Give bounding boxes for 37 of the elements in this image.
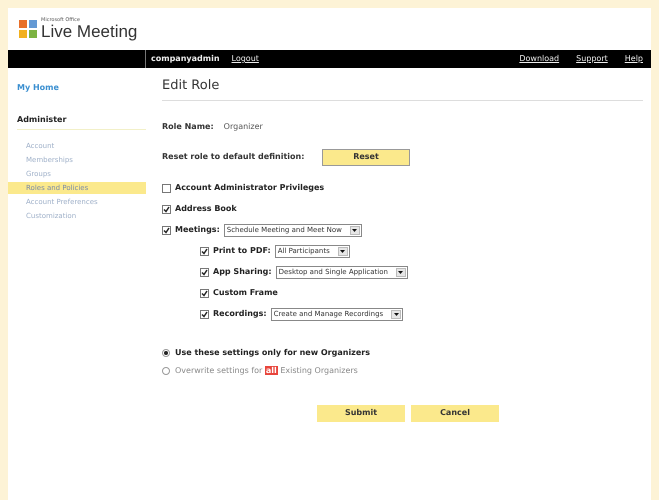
- option-label: Overwrite settings for all Existing Organizers: [175, 364, 358, 376]
- nav-link[interactable]: Help: [624, 53, 643, 65]
- checkbox[interactable]: [200, 268, 209, 276]
- field-label: Role Name:: [162, 120, 214, 132]
- role-name: Organizer: [224, 120, 263, 132]
- nav-link[interactable]: Support: [576, 53, 608, 65]
- checkbox[interactable]: [162, 204, 171, 214]
- caret-icon[interactable]: [350, 226, 360, 234]
- option-label: Print to PDF:: [213, 245, 271, 257]
- checkbox[interactable]: [200, 246, 209, 256]
- caret-icon[interactable]: [391, 310, 402, 318]
- caret-icon[interactable]: [396, 268, 406, 276]
- option-label: Meetings:: [175, 224, 220, 236]
- reset-button[interactable]: Reset: [322, 148, 410, 166]
- option-label: Custom Frame: [213, 287, 278, 299]
- field-label: Reset role to default definition:: [162, 151, 306, 163]
- option-label: Account Administrator Privileges: [175, 182, 324, 194]
- option-label: Use these settings only for new Organizers: [175, 346, 370, 358]
- nav-link[interactable]: Logout: [232, 53, 259, 65]
- checkbox[interactable]: [162, 226, 171, 234]
- option-label: Recordings:: [213, 308, 267, 320]
- radio-button[interactable]: [162, 366, 170, 374]
- page-title: Edit Role: [162, 76, 643, 100]
- section-heading: Administer: [17, 114, 146, 130]
- checkbox[interactable]: [200, 288, 209, 298]
- option-label: App Sharing:: [213, 266, 272, 278]
- logo-title: Live Meeting: [41, 23, 138, 40]
- form-button[interactable]: Cancel: [411, 404, 499, 422]
- checkbox[interactable]: [200, 310, 209, 318]
- checkbox[interactable]: [162, 184, 171, 192]
- nav-link[interactable]: Download: [519, 53, 560, 65]
- caret-icon[interactable]: [338, 246, 348, 256]
- option-label: Address Book: [175, 203, 237, 215]
- logo-icon: [18, 18, 40, 40]
- radio-button[interactable]: [162, 348, 170, 356]
- form-button[interactable]: Submit: [317, 404, 405, 422]
- user-name: companyadmin: [151, 53, 220, 65]
